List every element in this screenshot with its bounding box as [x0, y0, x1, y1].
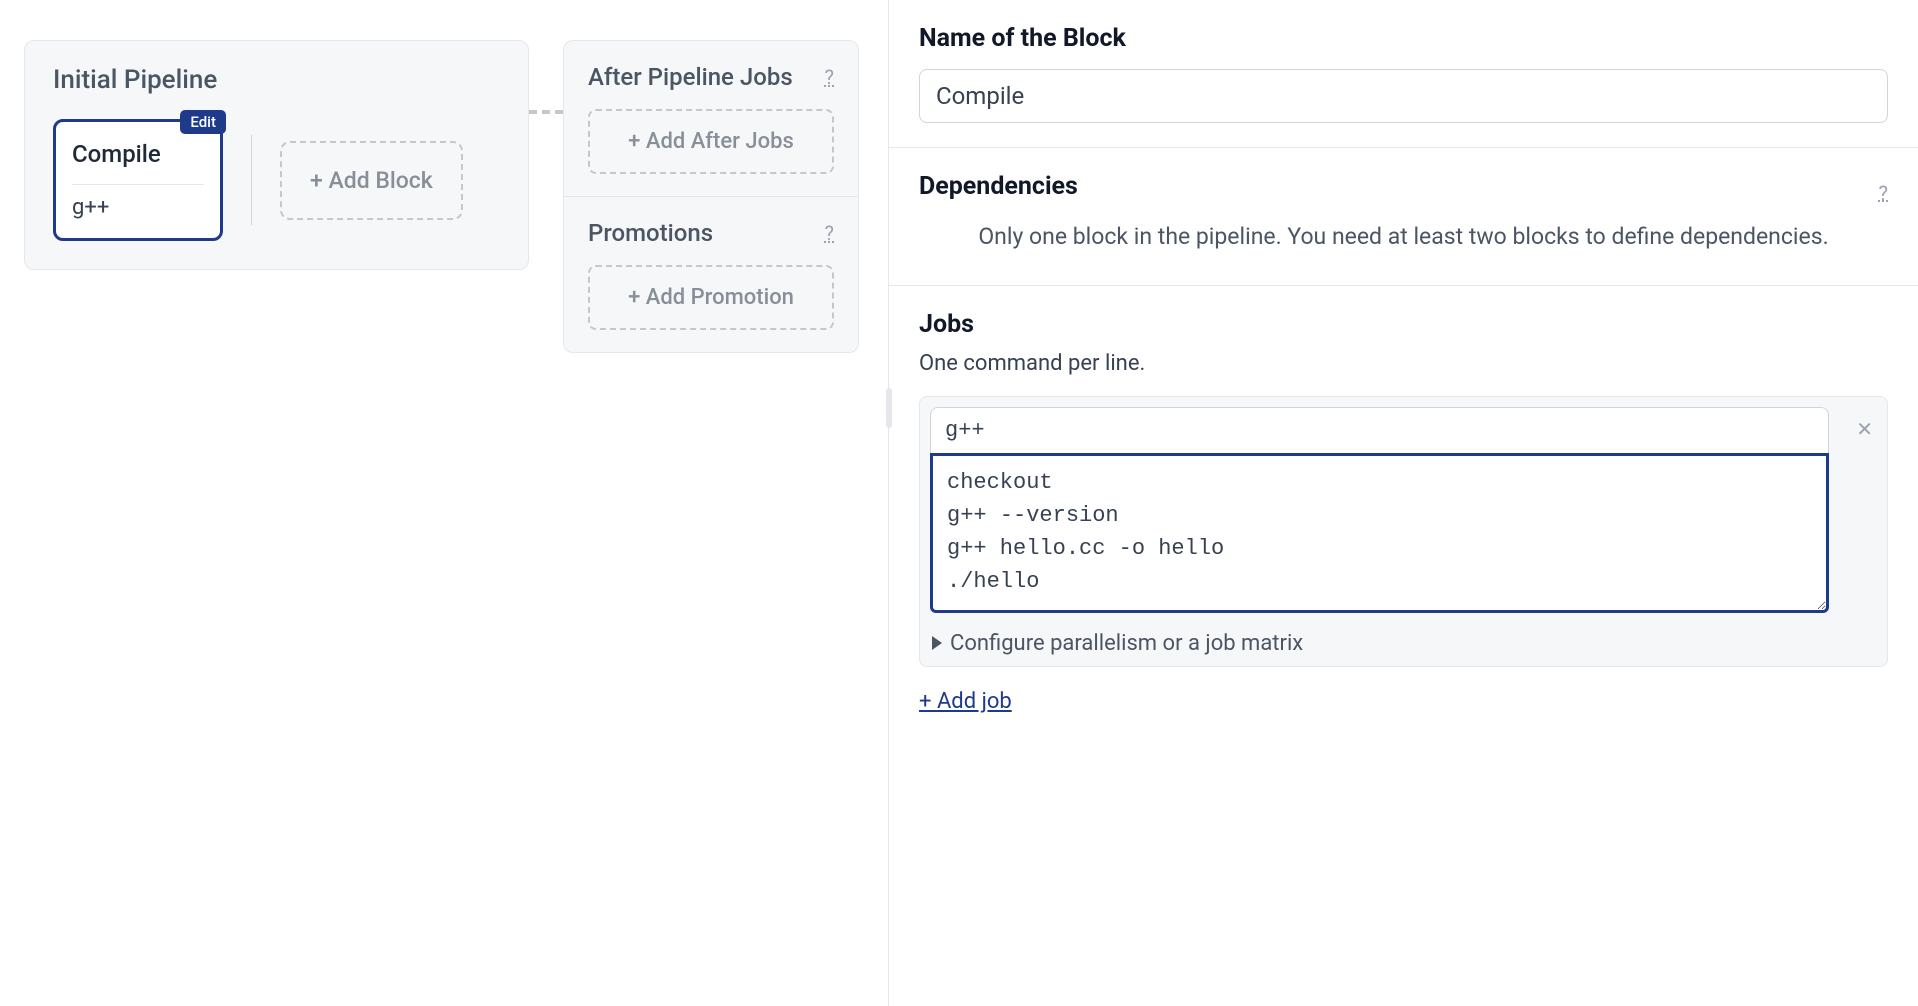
pipeline-title: Initial Pipeline — [53, 65, 500, 95]
jobs-section: Jobs One command per line. ✕ Configure p… — [889, 286, 1918, 738]
job-name-input[interactable] — [930, 407, 1829, 453]
help-icon[interactable]: ? — [1879, 181, 1888, 205]
divider — [72, 184, 204, 185]
add-block-button[interactable]: + Add Block — [280, 141, 463, 220]
jobs-subtitle: One command per line. — [919, 351, 1888, 376]
after-pipeline-title: After Pipeline Jobs — [588, 63, 793, 91]
name-heading: Name of the Block — [919, 24, 1888, 53]
block-compile[interactable]: Edit Compile g++ — [53, 119, 223, 241]
dependencies-heading: Dependencies — [919, 172, 1078, 201]
add-promotion-button[interactable]: + Add Promotion — [588, 265, 834, 330]
promotions-card: Promotions ? + Add Promotion — [563, 196, 859, 353]
side-column: After Pipeline Jobs ? + Add After Jobs P… — [563, 40, 859, 353]
block-name: Compile — [72, 140, 204, 178]
name-section: Name of the Block — [889, 0, 1918, 148]
configure-parallelism-label: Configure parallelism or a job matrix — [950, 631, 1303, 656]
block-detail-panel: Name of the Block Dependencies ? Only on… — [888, 0, 1918, 1006]
block-name-input[interactable] — [919, 69, 1888, 123]
add-after-jobs-button[interactable]: + Add After Jobs — [588, 109, 834, 174]
after-pipeline-card: After Pipeline Jobs ? + Add After Jobs — [563, 40, 859, 196]
configure-parallelism-toggle[interactable]: Configure parallelism or a job matrix — [930, 631, 1877, 656]
initial-pipeline-card: Initial Pipeline Edit Compile g++ + Add … — [24, 40, 529, 270]
dependencies-section: Dependencies ? Only one block in the pip… — [889, 148, 1918, 286]
panel-resize-handle[interactable] — [886, 388, 892, 428]
block-job-name: g++ — [72, 195, 204, 220]
dependencies-message: Only one block in the pipeline. You need… — [919, 213, 1888, 261]
jobs-heading: Jobs — [919, 310, 1888, 339]
add-job-link[interactable]: + Add job — [919, 689, 1012, 714]
job-commands-textarea[interactable] — [930, 453, 1829, 613]
chevron-right-icon — [932, 636, 942, 650]
edit-block-button[interactable]: Edit — [180, 110, 226, 134]
divider — [251, 135, 252, 225]
pipeline-row: Edit Compile g++ + Add Block — [53, 119, 500, 241]
remove-job-button[interactable]: ✕ — [1856, 417, 1873, 442]
help-icon[interactable]: ? — [825, 221, 834, 245]
help-icon[interactable]: ? — [825, 65, 834, 89]
pipeline-canvas: Initial Pipeline Edit Compile g++ + Add … — [0, 0, 888, 1006]
pipeline-connector — [529, 110, 563, 114]
job-editor: ✕ Configure parallelism or a job matrix — [919, 396, 1888, 667]
promotions-title: Promotions — [588, 219, 713, 247]
